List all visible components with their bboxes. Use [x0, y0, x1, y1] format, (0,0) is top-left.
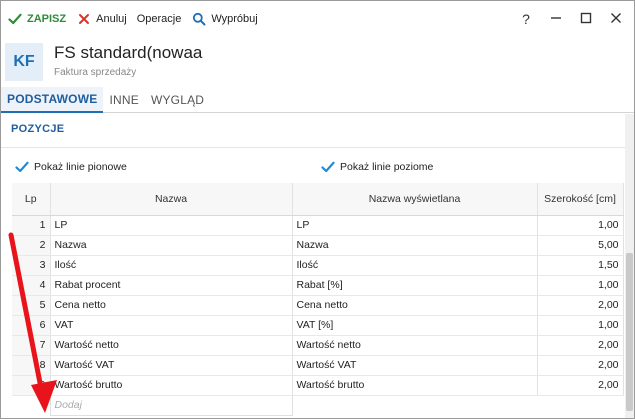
table-row[interactable]: 8 Wartość VAT Wartość VAT 2,00: [12, 355, 624, 376]
display-name-cell[interactable]: Rabat [%]: [292, 275, 538, 296]
width-cell[interactable]: 2,00: [537, 335, 624, 356]
page-title: FS standard(nowaa: [54, 43, 203, 62]
display-name-cell[interactable]: Wartość VAT: [292, 355, 538, 376]
table-row[interactable]: 7 Wartość netto Wartość netto 2,00: [12, 335, 624, 356]
try-label: Wypróbuj: [211, 13, 258, 25]
name-cell[interactable]: Rabat procent: [50, 275, 293, 296]
checkmark-icon: [7, 11, 23, 27]
column-header-width[interactable]: Szerokość [cm]: [537, 183, 624, 216]
window-controls: ?: [518, 10, 624, 28]
table-row[interactable]: 2 Nazwa Nazwa 5,00: [12, 235, 624, 256]
display-name-cell[interactable]: Cena netto: [292, 295, 538, 316]
close-icon: [76, 11, 92, 27]
name-cell[interactable]: LP: [50, 215, 293, 236]
name-cell[interactable]: Wartość netto: [50, 335, 293, 356]
display-name-cell[interactable]: VAT [%]: [292, 315, 538, 336]
vertical-lines-label: Pokaż linie pionowe: [34, 161, 127, 173]
column-header-lp[interactable]: Lp: [12, 183, 51, 216]
name-cell[interactable]: Wartość VAT: [50, 355, 293, 376]
minimize-icon: [550, 11, 562, 27]
row-number: 8: [12, 355, 51, 376]
tab-wyglad[interactable]: WYGLĄD: [145, 87, 210, 113]
close-window-button[interactable]: [608, 10, 624, 28]
document-header: KF FS standard(nowaa Faktura sprzedaży: [1, 37, 634, 87]
name-cell[interactable]: Wartość brutto: [50, 375, 293, 396]
width-cell[interactable]: 2,00: [537, 375, 624, 396]
maximize-icon: [580, 11, 592, 27]
cancel-label: Anuluj: [96, 13, 127, 25]
column-header-display-name[interactable]: Nazwa wyświetlana: [292, 183, 538, 216]
width-cell[interactable]: 1,00: [537, 215, 624, 236]
display-name-cell[interactable]: Ilość: [292, 255, 538, 276]
tab-inne[interactable]: INNE: [103, 87, 144, 113]
try-button[interactable]: Wypróbuj: [191, 11, 258, 27]
add-placeholder: Dodaj: [54, 399, 82, 411]
save-button[interactable]: ZAPISZ: [7, 11, 66, 27]
section-title: POZYCJE: [11, 123, 65, 135]
width-cell[interactable]: 2,00: [537, 355, 624, 376]
row-number: 1: [12, 215, 51, 236]
checkmark-icon: [14, 159, 30, 175]
horizontal-lines-label: Pokaż linie poziome: [340, 161, 434, 173]
table-row[interactable]: 9 Wartość brutto Wartość brutto 2,00: [12, 375, 624, 396]
toolbar: ZAPISZ Anuluj Operacje Wypróbuj ?: [1, 1, 634, 37]
width-cell[interactable]: 5,00: [537, 235, 624, 256]
operations-label: Operacje: [136, 13, 182, 25]
close-window-icon: [610, 11, 622, 27]
row-number: 7: [12, 335, 51, 356]
cancel-button[interactable]: Anuluj: [76, 11, 127, 27]
tab-bar: PODSTAWOWE INNE WYGLĄD: [1, 87, 634, 113]
checkmark-icon: [320, 159, 336, 175]
tab-podstawowe[interactable]: PODSTAWOWE: [1, 87, 104, 113]
table-row[interactable]: 4 Rabat procent Rabat [%] 1,00: [12, 275, 624, 296]
vertical-scrollbar-thumb[interactable]: [626, 253, 633, 411]
row-number: 2: [12, 235, 51, 256]
row-number: 4: [12, 275, 51, 296]
save-label: ZAPISZ: [27, 13, 67, 25]
maximize-button[interactable]: [578, 10, 594, 28]
table-header-row: Lp Nazwa Nazwa wyświetlana Szerokość [cm…: [12, 183, 624, 216]
horizontal-lines-checkbox[interactable]: Pokaż linie poziome: [320, 159, 433, 175]
display-name-cell[interactable]: Wartość netto: [292, 335, 538, 356]
vertical-lines-checkbox[interactable]: Pokaż linie pionowe: [14, 159, 127, 175]
section-divider: [1, 147, 625, 148]
row-number: 6: [12, 315, 51, 336]
operations-menu-button[interactable]: Operacje: [137, 13, 182, 25]
width-cell[interactable]: 1,00: [537, 315, 624, 336]
table-row[interactable]: 6 VAT VAT [%] 1,00: [12, 315, 624, 336]
table-row[interactable]: 1 LP LP 1,00: [12, 215, 624, 236]
name-cell[interactable]: Cena netto: [50, 295, 293, 316]
minimize-button[interactable]: [548, 10, 564, 28]
name-cell[interactable]: Ilość: [50, 255, 293, 276]
avatar: KF: [5, 43, 43, 81]
row-number: 5: [12, 295, 51, 316]
table-row[interactable]: 3 Ilość Ilość 1,50: [12, 255, 624, 276]
positions-table: Lp Nazwa Nazwa wyświetlana Szerokość [cm…: [12, 183, 624, 416]
add-row: Dodaj: [12, 394, 623, 416]
display-name-cell[interactable]: LP: [292, 215, 538, 236]
display-name-cell[interactable]: Nazwa: [292, 235, 538, 256]
add-item-input[interactable]: Dodaj: [49, 394, 293, 416]
row-number: 9: [12, 375, 51, 396]
search-icon: [191, 11, 207, 27]
name-cell[interactable]: VAT: [50, 315, 293, 336]
width-cell[interactable]: 1,00: [537, 275, 624, 296]
row-number: 3: [12, 255, 51, 276]
name-cell[interactable]: Nazwa: [50, 235, 293, 256]
help-button[interactable]: ?: [518, 10, 534, 28]
dialog-window: ZAPISZ Anuluj Operacje Wypróbuj ? KF FS …: [0, 0, 635, 419]
column-header-name[interactable]: Nazwa: [50, 183, 293, 216]
display-name-cell[interactable]: Wartość brutto: [292, 375, 538, 396]
page-subtitle: Faktura sprzedaży: [54, 67, 137, 78]
width-cell[interactable]: 1,50: [537, 255, 624, 276]
width-cell[interactable]: 2,00: [537, 295, 624, 316]
table-row[interactable]: 5 Cena netto Cena netto 2,00: [12, 295, 624, 316]
